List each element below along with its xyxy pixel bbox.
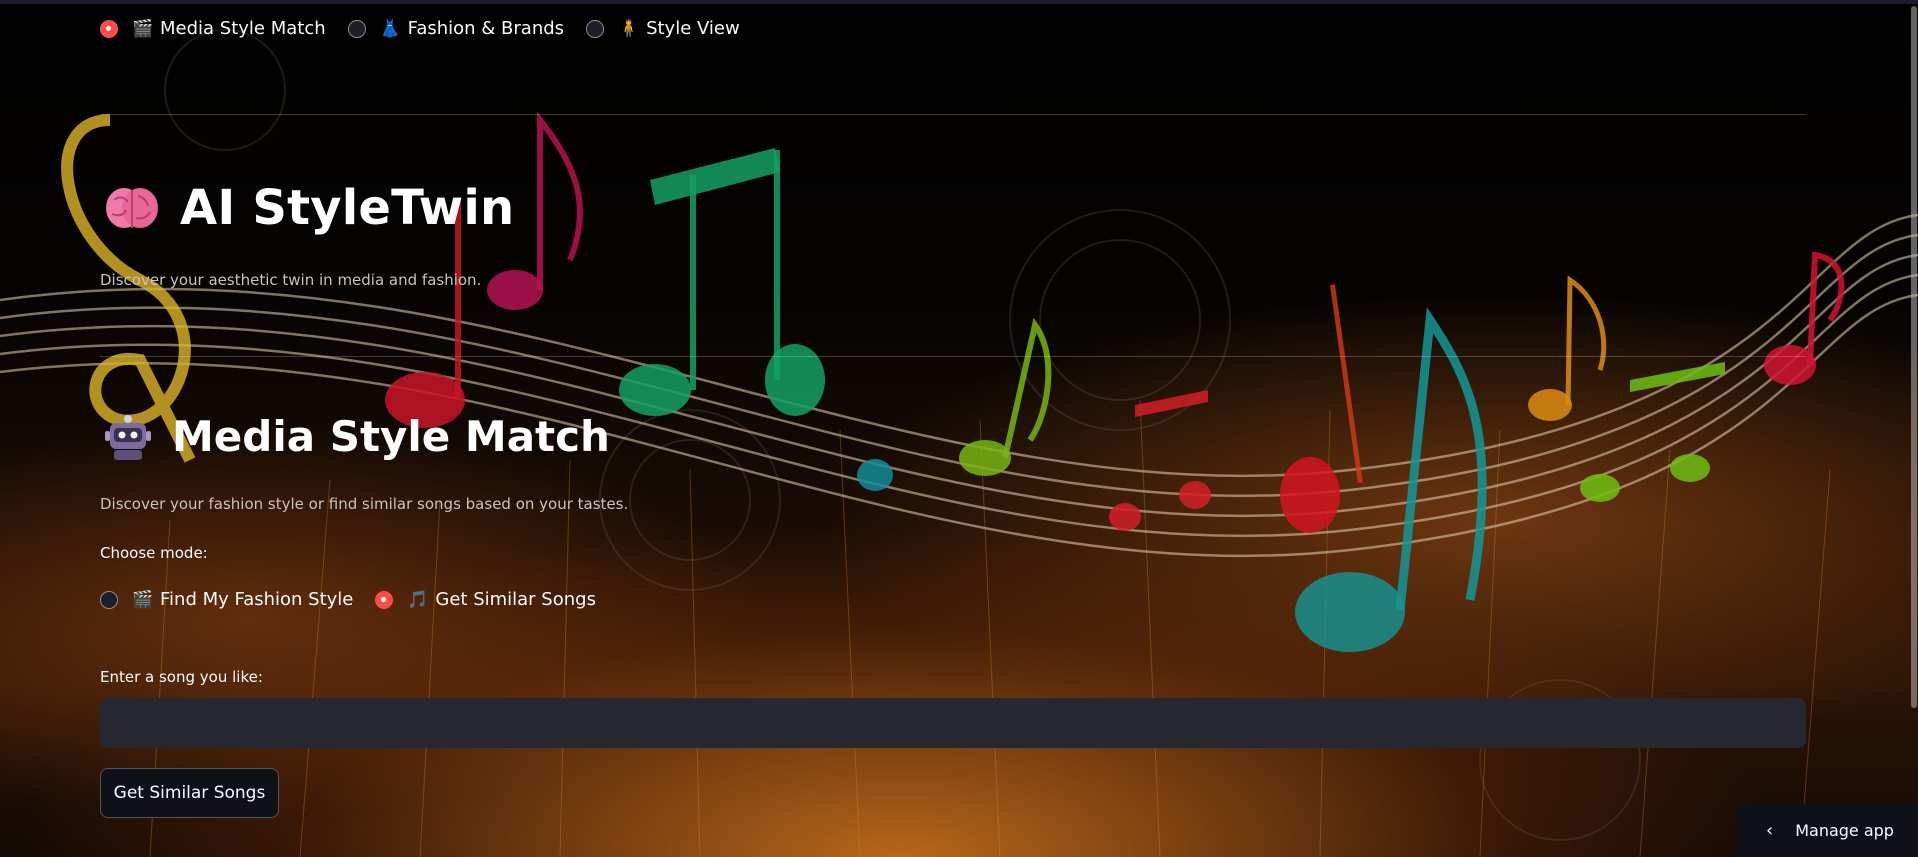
- dress-icon: 👗: [379, 18, 401, 39]
- page-nav-radio-group: 🎬 Media Style Match 👗 Fashion & Brands 🧍…: [100, 18, 762, 39]
- clapperboard-icon: 🎬: [132, 18, 154, 39]
- mode-option-find-fashion-style[interactable]: 🎬 Find My Fashion Style: [100, 589, 353, 610]
- clapperboard-icon: 🎬: [132, 589, 154, 610]
- nav-option-fashion-brands[interactable]: 👗 Fashion & Brands: [347, 18, 565, 39]
- mode-option-get-similar-songs[interactable]: 🎵 Get Similar Songs: [375, 589, 596, 610]
- page-scrollbar[interactable]: [1911, 6, 1917, 708]
- mode-label: Choose mode:: [100, 544, 208, 562]
- manage-app-button[interactable]: ‹ Manage app: [1736, 804, 1918, 857]
- divider: [100, 114, 1806, 115]
- song-input[interactable]: [100, 698, 1806, 748]
- app-main: 🎬 Media Style Match 👗 Fashion & Brands 🧍…: [0, 0, 1918, 857]
- app-title: AI StyleTwin: [180, 180, 515, 236]
- mode-option-label: Find My Fashion Style: [160, 589, 354, 610]
- radio-unselected[interactable]: [100, 590, 118, 609]
- radio-unselected[interactable]: [586, 19, 605, 38]
- section-description: Discover your fashion style or find simi…: [100, 495, 629, 513]
- nav-option-media-style-match[interactable]: 🎬 Media Style Match: [100, 18, 326, 39]
- radio-selected[interactable]: [100, 19, 118, 38]
- divider: [100, 356, 1806, 357]
- radio-unselected[interactable]: [347, 19, 366, 38]
- nav-option-style-view[interactable]: 🧍 Style View: [586, 18, 740, 39]
- mode-radio-group: 🎬 Find My Fashion Style 🎵 Get Similar So…: [100, 589, 618, 610]
- chevron-left-icon: ‹: [1766, 820, 1774, 841]
- robot-icon: [104, 413, 152, 461]
- mode-option-label: Get Similar Songs: [435, 589, 596, 610]
- nav-option-label: Media Style Match: [160, 18, 326, 39]
- nav-option-label: Fashion & Brands: [407, 18, 565, 39]
- song-input-label: Enter a song you like:: [100, 668, 263, 686]
- section-header: Media Style Match: [104, 412, 610, 461]
- nav-option-label: Style View: [646, 18, 740, 39]
- app-subtitle: Discover your aesthetic twin in media an…: [100, 271, 482, 289]
- music-note-icon: 🎵: [407, 589, 429, 610]
- app-header: AI StyleTwin: [104, 180, 514, 236]
- manage-app-label: Manage app: [1795, 821, 1894, 840]
- radio-selected[interactable]: [375, 590, 394, 609]
- get-similar-songs-button[interactable]: Get Similar Songs: [100, 768, 279, 818]
- person-icon: 🧍: [618, 18, 640, 39]
- section-title: Media Style Match: [172, 412, 610, 461]
- brain-icon: [104, 184, 160, 232]
